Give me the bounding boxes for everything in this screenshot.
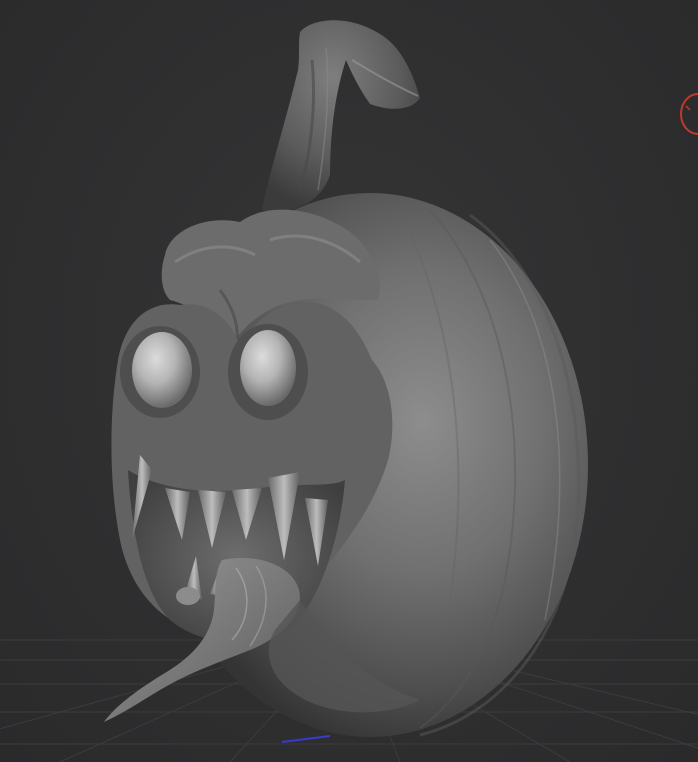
rotation-gizmo-icon[interactable] (678, 92, 698, 136)
right-eye (228, 324, 308, 420)
pumpkin-stem (262, 20, 420, 212)
sculpt-viewport[interactable] (0, 0, 698, 762)
viewport-canvas[interactable] (0, 0, 698, 762)
left-eye (120, 326, 200, 418)
axis-line (281, 735, 331, 743)
